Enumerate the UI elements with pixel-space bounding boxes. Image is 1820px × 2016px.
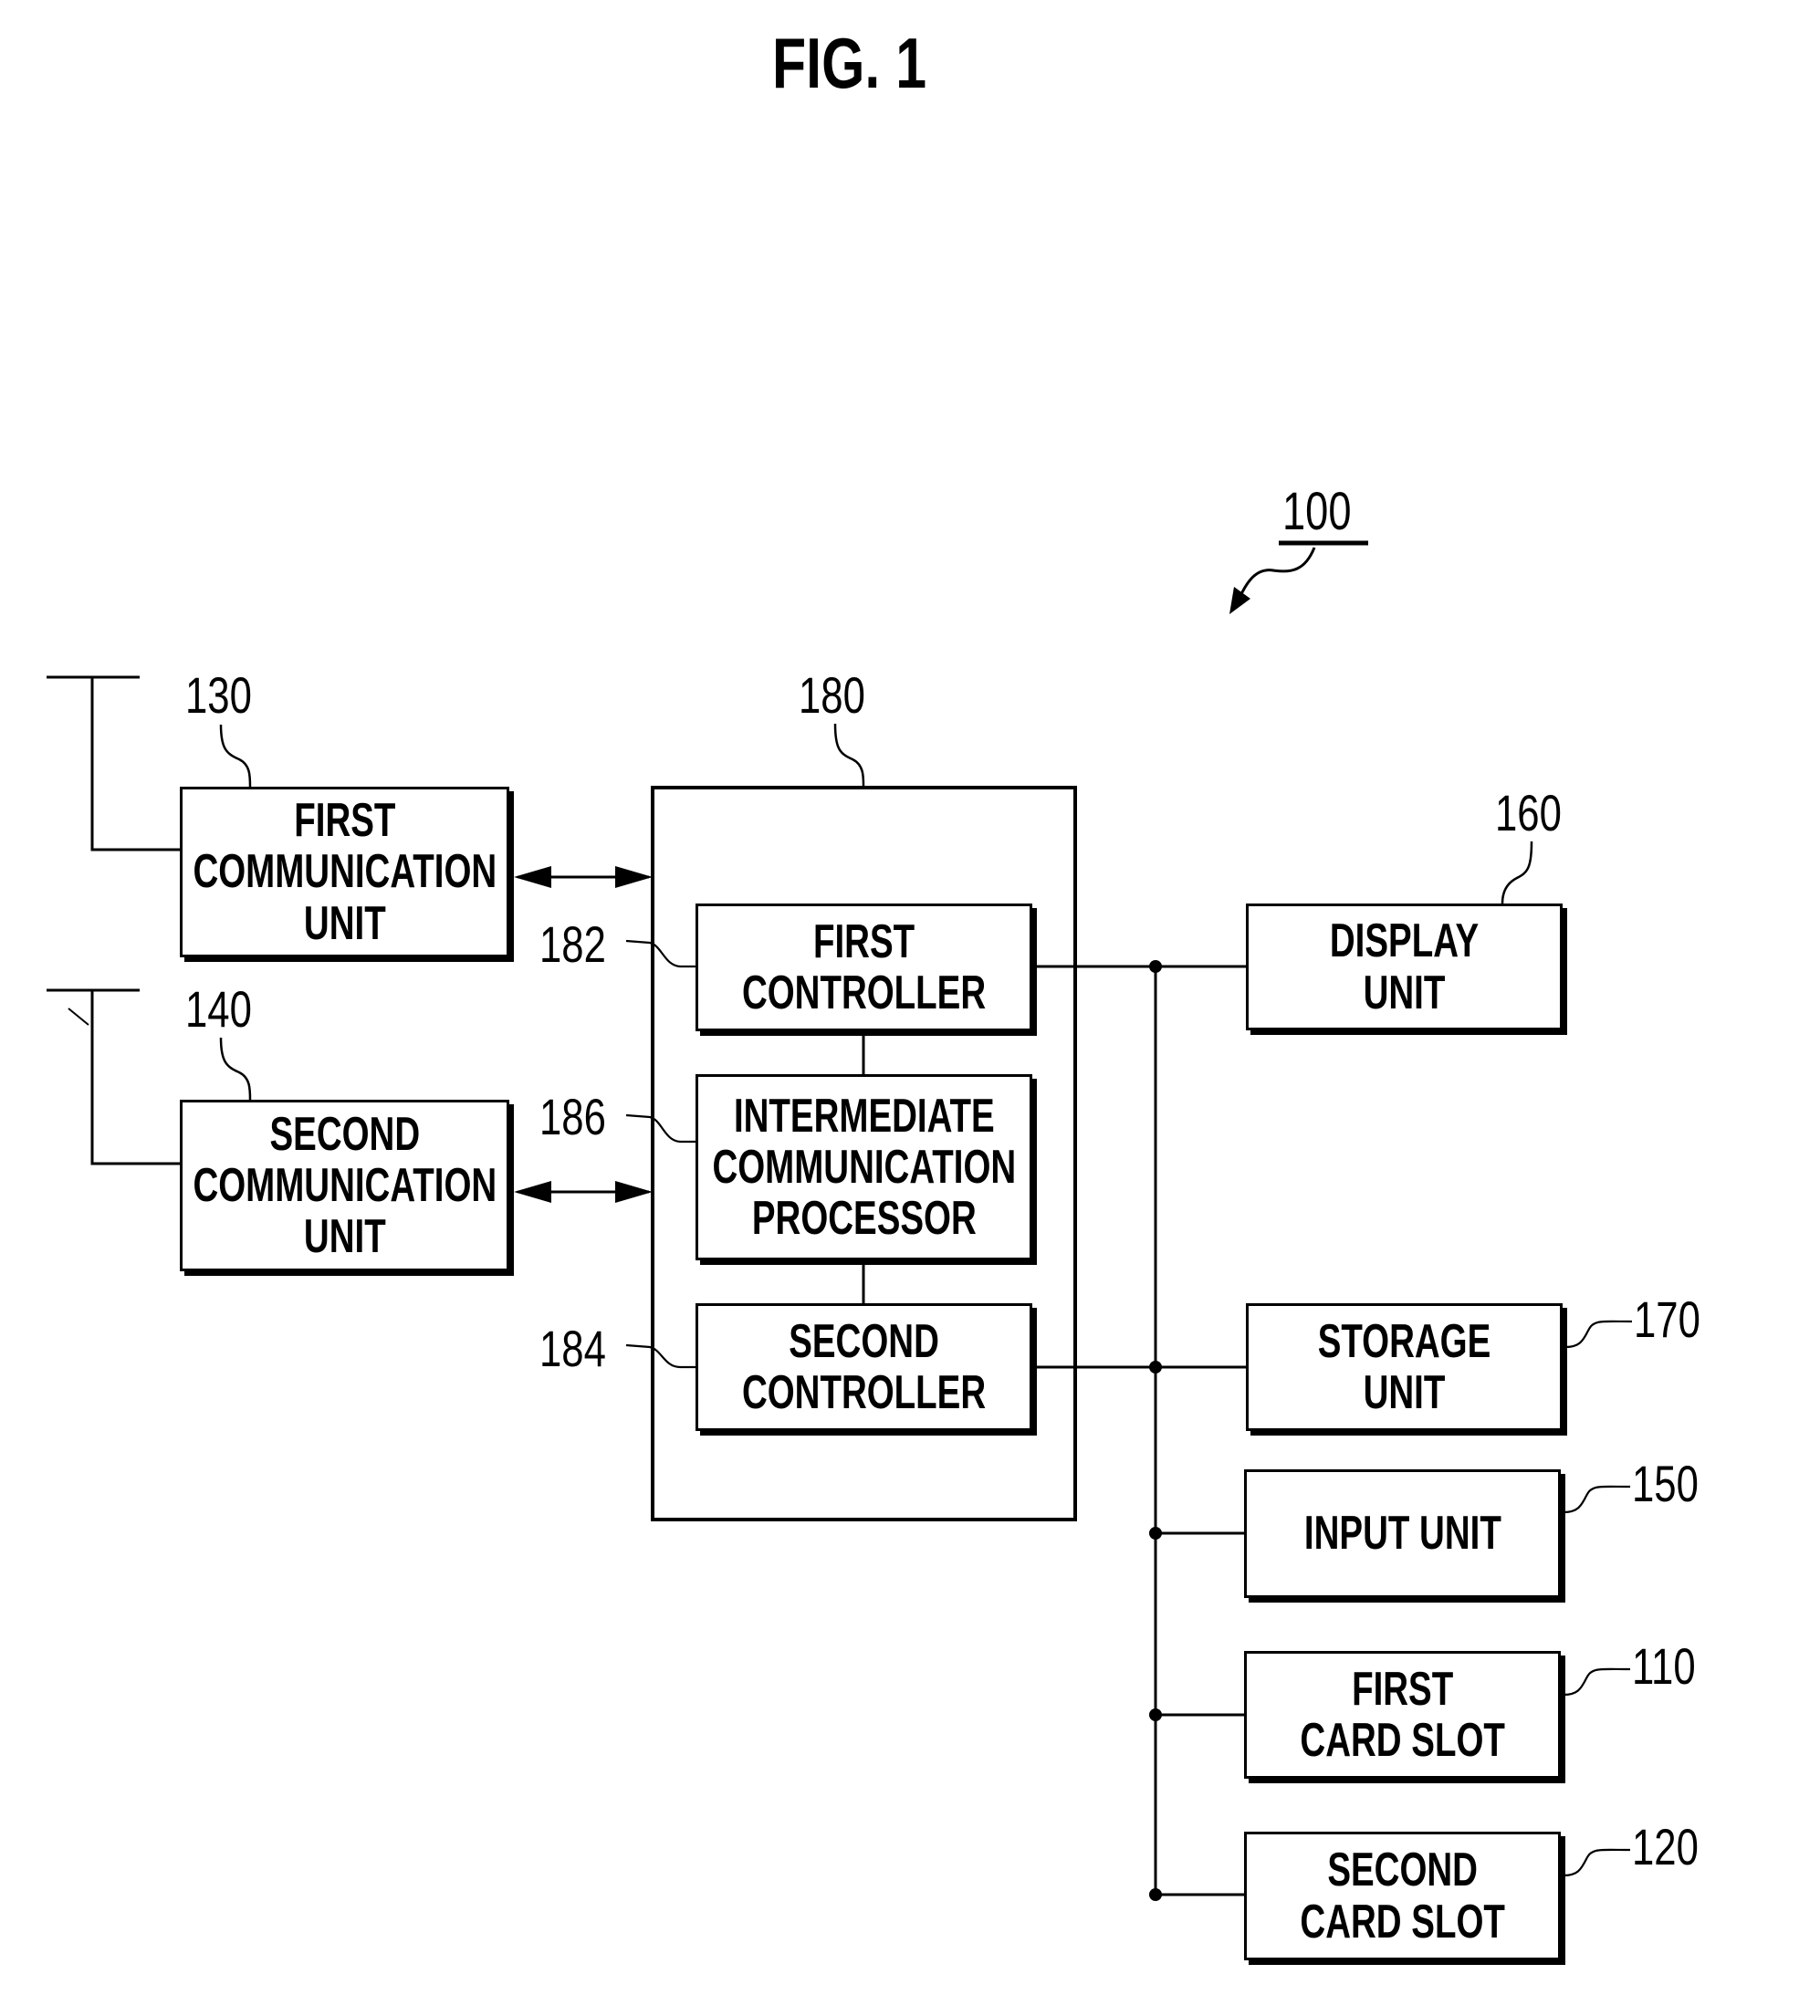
ref-186: 186 bbox=[539, 1088, 606, 1145]
leader-140 bbox=[219, 1037, 252, 1101]
storage-unit-block: STORAGE UNIT bbox=[1246, 1303, 1563, 1431]
ref-160: 160 bbox=[1495, 784, 1562, 841]
input-unit-block: INPUT UNIT bbox=[1244, 1469, 1561, 1598]
display-unit-block: DISPLAY UNIT bbox=[1246, 904, 1563, 1030]
intermediate-communication-processor-block: INTERMEDIATE COMMUNICATION PROCESSOR bbox=[696, 1074, 1032, 1260]
device-ref-arrowhead bbox=[1229, 587, 1250, 614]
leader-180 bbox=[833, 723, 865, 787]
ref-184: 184 bbox=[539, 1320, 606, 1377]
storage-unit-label: STORAGE UNIT bbox=[1317, 1314, 1491, 1419]
junction-dot bbox=[1149, 1527, 1162, 1540]
leader-110 bbox=[1563, 1667, 1631, 1697]
second-card-slot-label: SECOND CARD SLOT bbox=[1300, 1844, 1505, 1948]
leader-150 bbox=[1563, 1485, 1631, 1514]
second-card-slot-block: SECOND CARD SLOT bbox=[1244, 1832, 1561, 1960]
patent-figure: FIG. 1 100 130 140 180 182 186 184 160 1… bbox=[0, 0, 1820, 2016]
leader-160 bbox=[1501, 841, 1533, 904]
input-unit-label: INPUT UNIT bbox=[1303, 1507, 1501, 1561]
junction-dot bbox=[1149, 1888, 1162, 1901]
ref-130: 130 bbox=[185, 666, 252, 724]
arrow-second-comm-to-controller bbox=[514, 1181, 653, 1203]
second-controller-label: SECOND CONTROLLER bbox=[741, 1314, 987, 1419]
antenna-2-icon bbox=[47, 988, 180, 1165]
first-card-slot-block: FIRST CARD SLOT bbox=[1244, 1651, 1561, 1779]
intermediate-communication-processor-label: INTERMEDIATE COMMUNICATION PROCESSOR bbox=[712, 1089, 1016, 1246]
second-communication-unit-block: SECOND COMMUNICATION UNIT bbox=[180, 1100, 509, 1271]
ref-180: 180 bbox=[799, 666, 865, 724]
ref-182: 182 bbox=[539, 915, 606, 973]
device-ref-leader bbox=[1238, 547, 1316, 599]
junction-dot bbox=[1149, 960, 1162, 973]
display-unit-label: DISPLAY UNIT bbox=[1329, 914, 1480, 1019]
ref-140: 140 bbox=[185, 980, 252, 1038]
junction-dot bbox=[1149, 1361, 1162, 1374]
second-controller-block: SECOND CONTROLLER bbox=[696, 1303, 1032, 1431]
first-communication-unit-label: FIRST COMMUNICATION UNIT bbox=[193, 794, 497, 950]
first-communication-unit-block: FIRST COMMUNICATION UNIT bbox=[180, 787, 509, 957]
ref-120: 120 bbox=[1632, 1818, 1699, 1875]
junction-dot bbox=[1149, 1708, 1162, 1721]
antenna-1-icon bbox=[47, 675, 180, 851]
arrow-first-comm-to-controller bbox=[514, 866, 653, 888]
leader-120 bbox=[1563, 1848, 1631, 1877]
first-controller-block: FIRST CONTROLLER bbox=[696, 904, 1032, 1031]
ref-150: 150 bbox=[1632, 1455, 1699, 1512]
first-card-slot-label: FIRST CARD SLOT bbox=[1300, 1662, 1505, 1767]
ref-110: 110 bbox=[1632, 1637, 1696, 1695]
second-communication-unit-label: SECOND COMMUNICATION UNIT bbox=[193, 1107, 497, 1264]
leader-130 bbox=[219, 724, 252, 788]
first-controller-label: FIRST CONTROLLER bbox=[741, 914, 987, 1019]
ref-170: 170 bbox=[1634, 1290, 1700, 1348]
leader-170 bbox=[1564, 1320, 1633, 1349]
